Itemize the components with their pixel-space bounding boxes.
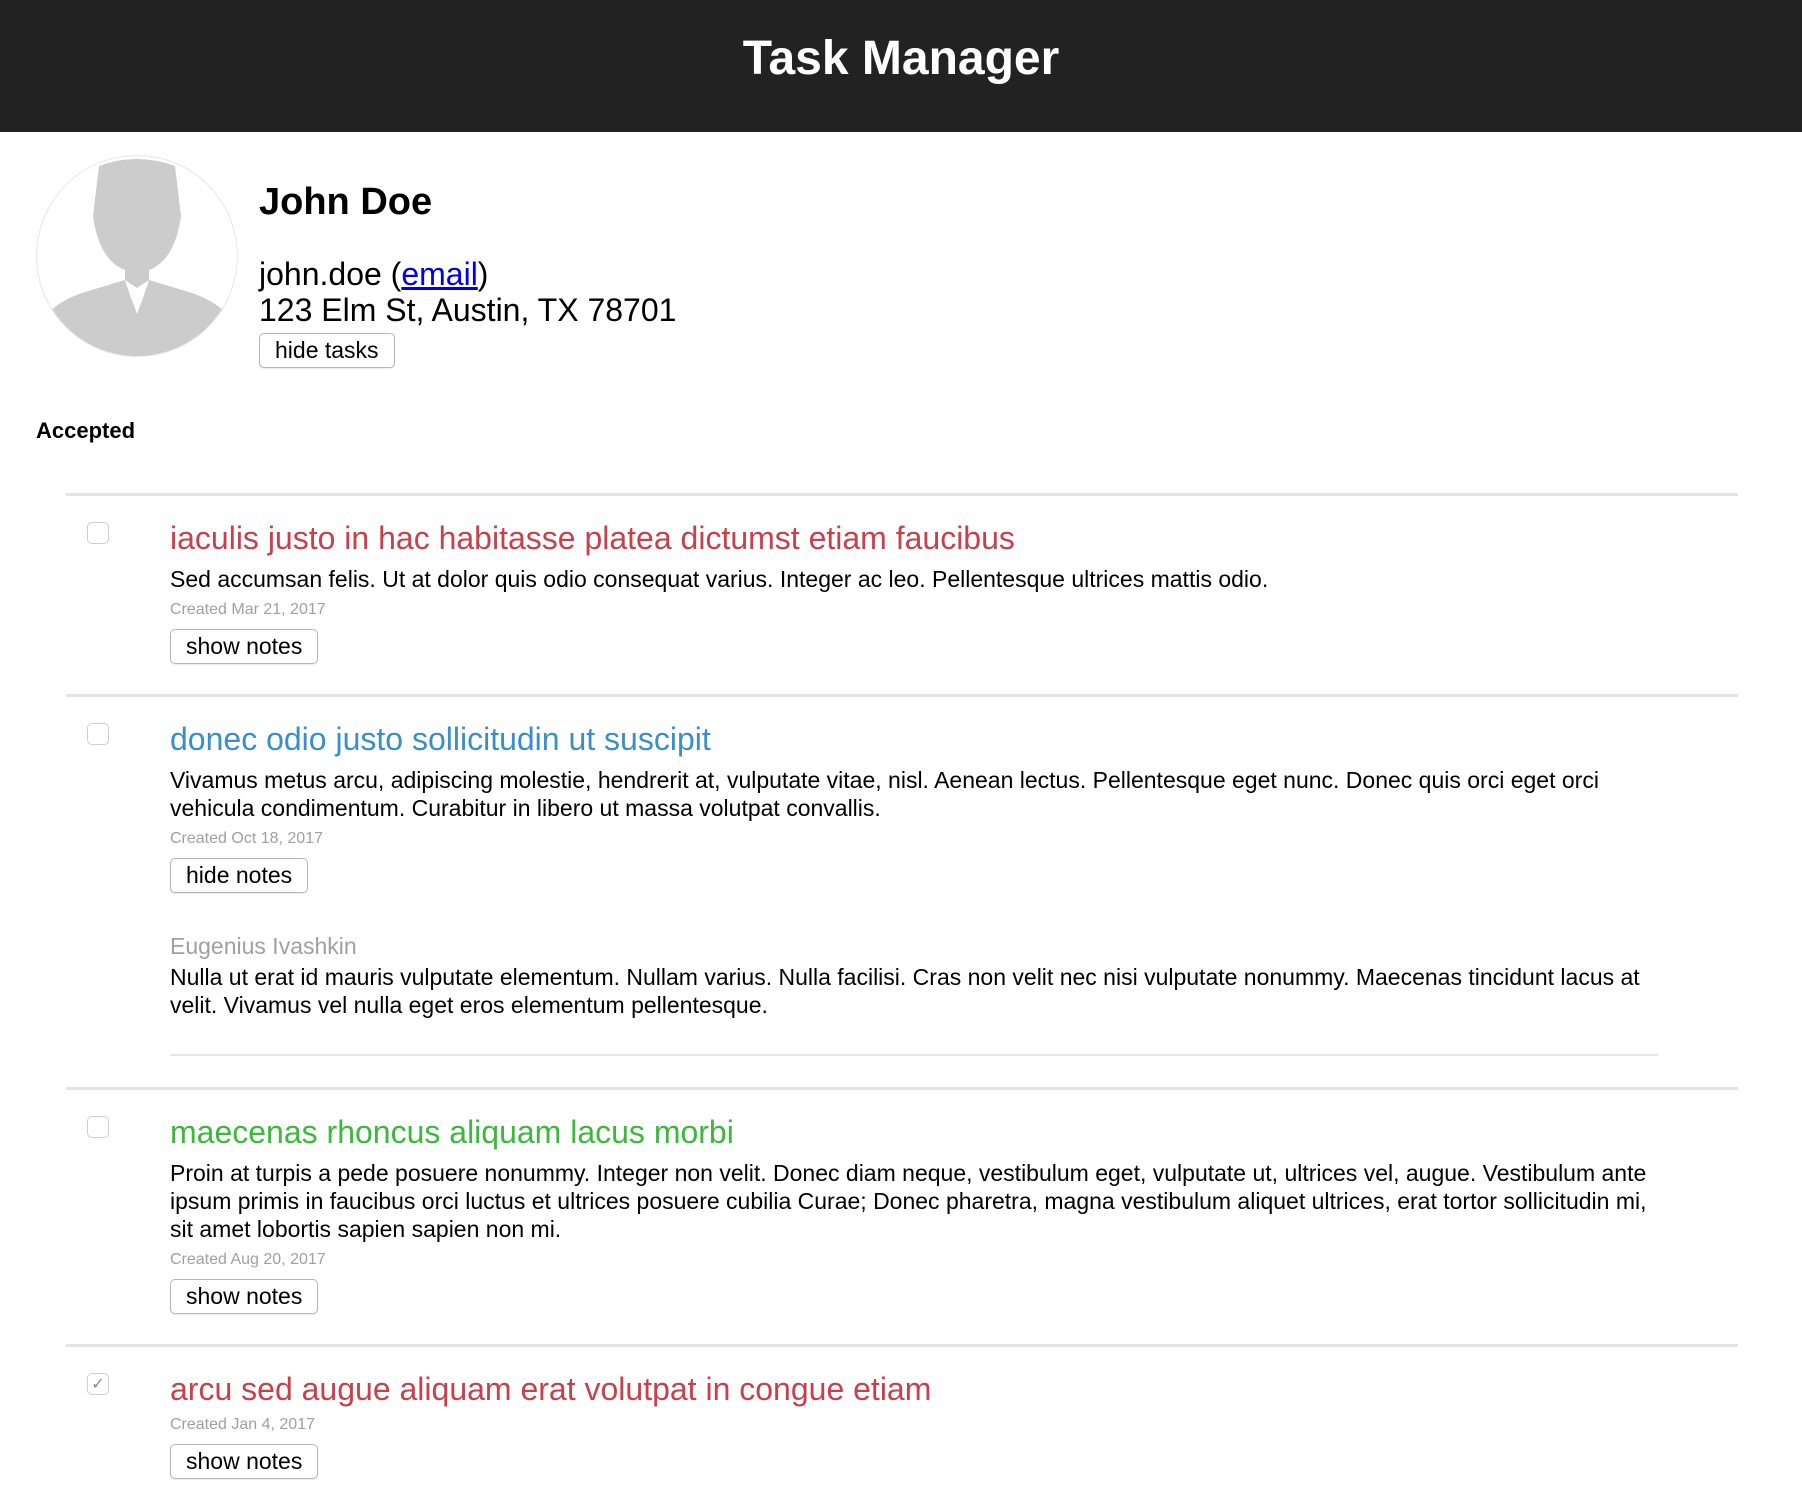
task-checkbox[interactable] xyxy=(87,723,109,745)
task-title[interactable]: arcu sed augue aliquam erat volutpat in … xyxy=(170,1370,1658,1408)
note-divider xyxy=(170,1054,1658,1056)
task-title[interactable]: iaculis justo in hac habitasse platea di… xyxy=(170,519,1658,557)
profile-username: john.doe xyxy=(259,256,382,292)
app-header: Task Manager xyxy=(0,0,1802,132)
task-list: iaculis justo in hac habitasse platea di… xyxy=(66,493,1738,1497)
avatar xyxy=(36,155,238,357)
task-title[interactable]: donec odio justo sollicitudin ut suscipi… xyxy=(170,720,1658,758)
task-title[interactable]: maecenas rhoncus aliquam lacus morbi xyxy=(170,1113,1658,1151)
show-notes-button[interactable]: show notes xyxy=(170,1444,319,1479)
user-profile: John Doe john.doe (email) 123 Elm St, Au… xyxy=(0,132,1802,397)
task-description: Vivamus metus arcu, adipiscing molestie,… xyxy=(170,767,1599,821)
section-title-accepted: Accepted xyxy=(36,418,136,443)
task-item: donec odio justo sollicitudin ut suscipi… xyxy=(66,694,1738,1087)
profile-name: John Doe xyxy=(259,181,433,223)
task-description: Sed accumsan felis. Ut at dolor quis odi… xyxy=(170,566,1269,592)
task-created-date: Created Mar 21, 2017 xyxy=(170,601,326,618)
checkmark-icon: ✓ xyxy=(91,1376,105,1393)
task-created-date: Created Oct 18, 2017 xyxy=(170,830,323,847)
show-notes-button[interactable]: show notes xyxy=(170,1279,319,1314)
profile-info: John Doe john.doe (email) 123 Elm St, Au… xyxy=(259,180,676,368)
task-created-date: Created Jan 4, 2017 xyxy=(170,1416,315,1433)
profile-username-line: john.doe (email) xyxy=(259,256,489,292)
task-created-date: Created Aug 20, 2017 xyxy=(170,1251,326,1268)
user-silhouette-icon xyxy=(37,159,237,356)
task-note: Eugenius Ivashkin Nulla ut erat id mauri… xyxy=(170,932,1658,1056)
show-notes-button[interactable]: show notes xyxy=(170,629,319,664)
task-description: Proin at turpis a pede posuere nonummy. … xyxy=(170,1160,1647,1242)
note-author: Eugenius Ivashkin xyxy=(170,933,357,959)
hide-tasks-button[interactable]: hide tasks xyxy=(259,333,395,368)
task-checkbox[interactable] xyxy=(87,522,109,544)
task-item: maecenas rhoncus aliquam lacus morbi Pro… xyxy=(66,1087,1738,1344)
task-checkbox-checked[interactable]: ✓ xyxy=(87,1373,109,1395)
task-checkbox[interactable] xyxy=(87,1116,109,1138)
profile-address: 123 Elm St, Austin, TX 78701 xyxy=(259,292,677,328)
note-text: Nulla ut erat id mauris vulputate elemen… xyxy=(170,964,1640,1018)
app-title: Task Manager xyxy=(742,31,1060,85)
hide-notes-button[interactable]: hide notes xyxy=(170,858,309,893)
email-link[interactable]: email xyxy=(401,256,477,292)
task-item: iaculis justo in hac habitasse platea di… xyxy=(66,493,1738,694)
task-item: ✓ arcu sed augue aliquam erat volutpat i… xyxy=(66,1344,1738,1497)
